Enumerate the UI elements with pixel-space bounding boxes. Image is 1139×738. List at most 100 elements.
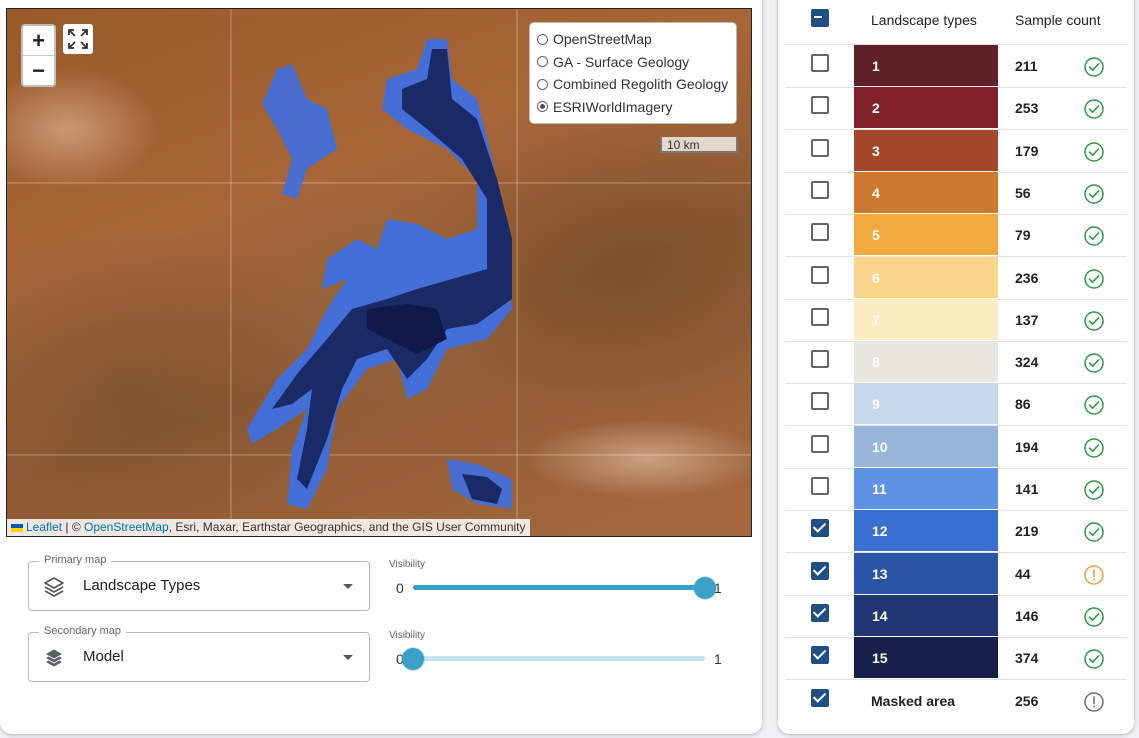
table-row: 9 86 <box>785 383 1127 427</box>
radio-button[interactable] <box>537 56 548 68</box>
class-label: 13 <box>872 565 888 582</box>
sample-count: 253 <box>1015 100 1039 117</box>
row-checkbox[interactable] <box>811 519 829 538</box>
class-swatch: 2 <box>854 87 998 129</box>
zoom-in-button[interactable]: + <box>23 26 54 55</box>
class-swatch: 12 <box>854 510 998 552</box>
warning-circle-icon <box>1084 564 1104 585</box>
class-label: 11 <box>872 481 887 497</box>
class-label: 10 <box>872 438 888 455</box>
sample-count: 211 <box>1015 58 1038 74</box>
check-circle-icon <box>1084 437 1104 458</box>
row-checkbox[interactable] <box>811 561 829 580</box>
class-swatch: 10 <box>854 425 998 467</box>
row-checkbox[interactable] <box>811 138 829 157</box>
masked-area-row: Masked area 256 <box>785 680 1127 722</box>
row-checkbox[interactable] <box>811 392 829 411</box>
sample-count: 86 <box>1015 396 1031 413</box>
primary-slider-fill <box>413 585 705 590</box>
class-label: 9 <box>872 396 880 413</box>
row-checkbox[interactable] <box>811 265 829 284</box>
chevron-down-icon <box>343 655 353 660</box>
secondary-map-value: Model <box>83 648 124 665</box>
table-header: Landscape types Sample count <box>785 0 1127 45</box>
table-row: 5 79 <box>785 214 1127 258</box>
sample-count: 324 <box>1015 354 1039 371</box>
check-circle-icon <box>1084 311 1104 331</box>
table-row: 4 56 <box>785 171 1127 215</box>
row-checkbox[interactable] <box>811 223 829 242</box>
attribution-text: , Esri, Maxar, Earthstar Geographics, an… <box>168 520 526 534</box>
sample-count: 179 <box>1015 142 1039 159</box>
check-circle-icon <box>1084 607 1104 627</box>
class-label: 4 <box>872 184 880 201</box>
check-circle-icon <box>1084 353 1104 373</box>
primary-visibility-slider[interactable] <box>413 577 716 599</box>
check-circle-icon <box>1084 480 1104 500</box>
row-checkbox[interactable] <box>811 307 829 326</box>
class-label: 6 <box>872 269 880 286</box>
radio-button[interactable] <box>537 101 548 113</box>
sample-count: 79 <box>1015 227 1031 244</box>
map-attribution: Leaflet | © OpenStreetMap, Esri, Maxar, … <box>7 519 530 536</box>
table-row: 11 141 <box>785 468 1127 511</box>
select-all-checkbox[interactable] <box>811 9 829 27</box>
osm-link[interactable]: OpenStreetMap <box>84 520 169 534</box>
zoom-control: + − <box>21 24 56 87</box>
leaflet-link[interactable]: Leaflet <box>26 520 62 534</box>
table-row: 15 374 <box>785 637 1127 681</box>
row-checkbox[interactable] <box>811 180 829 199</box>
table-row: 13 44 <box>785 552 1127 596</box>
check-circle-icon <box>1084 268 1104 289</box>
base-layer-switcher: OpenStreetMap GA - Surface Geology Combine… <box>529 22 737 124</box>
row-checkbox[interactable] <box>811 434 829 453</box>
primary-visibility-label: Visibility <box>389 559 425 570</box>
class-swatch: 3 <box>854 129 998 171</box>
row-checkbox[interactable] <box>811 646 829 665</box>
sample-count: 137 <box>1015 311 1039 328</box>
check-circle-icon <box>1084 226 1104 246</box>
table-row: 3 179 <box>785 129 1127 173</box>
secondary-visibility-slider[interactable] <box>402 648 705 670</box>
row-checkbox[interactable] <box>811 603 829 622</box>
primary-slider-thumb[interactable] <box>694 577 716 599</box>
masked-area-label: Masked area <box>871 692 956 709</box>
class-label: 1 <box>872 58 880 74</box>
fullscreen-button[interactable] <box>63 24 93 54</box>
primary-slider-min: 0 <box>396 580 404 596</box>
row-checkbox[interactable] <box>811 477 829 495</box>
base-layer-label: ESRIWorldImagery <box>553 98 673 115</box>
table-row: 1 211 <box>785 45 1127 88</box>
base-layer-option[interactable]: Combined Regolith Geology <box>534 73 732 96</box>
row-checkbox[interactable] <box>811 96 829 115</box>
masked-area-checkbox[interactable] <box>811 688 829 707</box>
table-row: 12 219 <box>785 510 1127 554</box>
class-label: 5 <box>872 227 880 244</box>
secondary-slider-thumb[interactable] <box>402 648 424 670</box>
base-layer-option[interactable]: ESRIWorldImagery <box>534 96 732 119</box>
row-checkbox[interactable] <box>811 54 829 72</box>
zoom-out-button[interactable]: − <box>23 55 54 85</box>
radio-button[interactable] <box>537 78 548 90</box>
table-row: 2 253 <box>785 87 1127 131</box>
class-swatch: 6 <box>854 256 998 298</box>
fullscreen-icon <box>68 29 88 49</box>
secondary-map-legend: Secondary map <box>39 625 127 637</box>
sample-count: 146 <box>1015 607 1039 624</box>
secondary-map-select[interactable]: Secondary map Model <box>28 625 370 682</box>
info-circle-icon <box>1084 691 1104 712</box>
base-layer-option[interactable]: OpenStreetMap <box>534 28 732 51</box>
row-checkbox[interactable] <box>811 350 829 369</box>
class-swatch: 4 <box>854 171 998 213</box>
table-row: 6 236 <box>785 256 1127 300</box>
base-layer-option[interactable]: GA - Surface Geology <box>534 51 732 74</box>
check-circle-icon <box>1084 99 1104 120</box>
map-view[interactable]: + − OpenStreetMap GA - Surface Geology Com… <box>6 8 752 537</box>
primary-map-select[interactable]: Primary map Landscape Types <box>28 554 370 611</box>
class-label: 8 <box>872 354 880 371</box>
ukraine-flag-icon <box>11 523 23 532</box>
class-label: 14 <box>872 607 888 624</box>
radio-button[interactable] <box>537 33 548 45</box>
table-row: 10 194 <box>785 425 1127 469</box>
check-circle-icon <box>1084 184 1104 204</box>
